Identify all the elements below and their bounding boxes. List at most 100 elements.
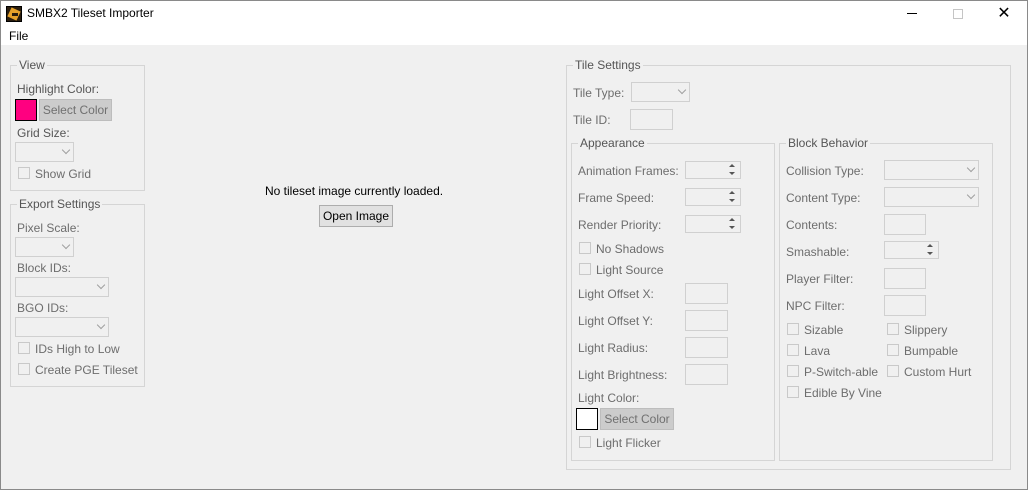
- create-pge-checkbox[interactable]: [18, 363, 30, 375]
- highlight-color-label: Highlight Color:: [17, 82, 100, 96]
- chevron-down-icon: [96, 280, 106, 290]
- content-type-label: Content Type:: [786, 191, 861, 205]
- title-bar: SMBX2 Tileset Importer ✕: [1, 1, 1027, 26]
- light-radius-field[interactable]: [685, 337, 728, 358]
- bumpable-checkbox[interactable]: [887, 344, 899, 356]
- create-pge-label: Create PGE Tileset: [35, 363, 138, 377]
- grid-size-label: Grid Size:: [17, 126, 70, 140]
- tile-id-field[interactable]: [630, 109, 673, 130]
- chevron-down-icon: [677, 85, 687, 95]
- tile-type-select[interactable]: [631, 82, 690, 102]
- app-window: SMBX2 Tileset Importer ✕ File View Highl…: [0, 0, 1028, 490]
- light-offset-x-field[interactable]: [685, 283, 728, 304]
- frame-speed-spinner[interactable]: [685, 188, 741, 206]
- pixel-scale-select[interactable]: [15, 237, 74, 257]
- light-source-checkbox[interactable]: [579, 263, 591, 275]
- custom-hurt-checkbox[interactable]: [887, 365, 899, 377]
- edible-vine-checkbox[interactable]: [787, 386, 799, 398]
- slippery-checkbox[interactable]: [887, 323, 899, 335]
- bgo-ids-label: BGO IDs:: [17, 301, 69, 315]
- player-filter-field[interactable]: [884, 268, 926, 289]
- chevron-down-icon: [61, 145, 71, 155]
- chevron-down-icon: [61, 240, 71, 250]
- light-radius-label: Light Radius:: [578, 341, 649, 355]
- collision-type-select[interactable]: [884, 160, 979, 180]
- light-select-color-button[interactable]: Select Color: [600, 408, 674, 430]
- p-switch-label: P-Switch-able: [804, 365, 879, 379]
- smashable-label: Smashable:: [786, 245, 850, 259]
- highlight-color-swatch[interactable]: [15, 99, 37, 121]
- content-type-select[interactable]: [884, 187, 979, 207]
- show-grid-label: Show Grid: [35, 167, 92, 181]
- light-offset-y-field[interactable]: [685, 310, 728, 331]
- sizable-checkbox[interactable]: [787, 323, 799, 335]
- light-color-swatch[interactable]: [576, 408, 598, 430]
- light-source-label: Light Source: [596, 263, 664, 277]
- spinner-down-icon[interactable]: [725, 197, 739, 205]
- spinner-up-icon[interactable]: [923, 242, 937, 250]
- player-filter-label: Player Filter:: [786, 272, 854, 286]
- ids-high-low-checkbox[interactable]: [18, 342, 30, 354]
- spinner-up-icon[interactable]: [725, 189, 739, 197]
- spinner-up-icon[interactable]: [725, 216, 739, 224]
- light-brightness-field[interactable]: [685, 364, 728, 385]
- maximize-icon: [953, 8, 963, 19]
- chevron-down-icon: [966, 190, 976, 200]
- frame-speed-label: Frame Speed:: [578, 191, 655, 205]
- minimize-icon: [907, 13, 917, 15]
- p-switch-checkbox[interactable]: [787, 365, 799, 377]
- export-legend: Export Settings: [17, 197, 103, 211]
- chevron-down-icon: [966, 163, 976, 173]
- light-brightness-label: Light Brightness:: [578, 368, 668, 382]
- menu-file[interactable]: File: [9, 29, 28, 43]
- chevron-down-icon: [96, 320, 106, 330]
- contents-label: Contents:: [786, 218, 838, 232]
- spinner-down-icon[interactable]: [923, 250, 937, 258]
- render-priority-label: Render Priority:: [578, 218, 662, 232]
- light-offset-x-label: Light Offset X:: [578, 287, 654, 301]
- sizable-label: Sizable: [804, 323, 844, 337]
- highlight-select-color-button[interactable]: Select Color: [39, 99, 112, 121]
- minimize-button[interactable]: [889, 1, 935, 26]
- spinner-down-icon[interactable]: [725, 224, 739, 232]
- show-grid-checkbox[interactable]: [18, 167, 30, 179]
- edible-vine-label: Edible By Vine: [804, 386, 882, 400]
- lava-checkbox[interactable]: [787, 344, 799, 356]
- grid-size-select[interactable]: [15, 142, 74, 162]
- light-offset-y-label: Light Offset Y:: [578, 314, 653, 328]
- no-image-message: No tileset image currently loaded.: [265, 184, 444, 198]
- block-ids-select[interactable]: [15, 277, 109, 297]
- npc-filter-field[interactable]: [884, 295, 926, 316]
- window-title: SMBX2 Tileset Importer: [27, 6, 154, 20]
- spinner-up-icon[interactable]: [725, 162, 739, 170]
- pixel-scale-label: Pixel Scale:: [17, 221, 80, 235]
- animation-frames-label: Animation Frames:: [578, 164, 679, 178]
- tile-type-label: Tile Type:: [573, 86, 625, 100]
- tile-settings-legend: Tile Settings: [573, 58, 643, 72]
- no-shadows-checkbox[interactable]: [579, 242, 591, 254]
- smashable-spinner[interactable]: [884, 241, 939, 259]
- custom-hurt-label: Custom Hurt: [904, 365, 972, 379]
- open-image-button[interactable]: Open Image: [319, 205, 393, 227]
- contents-field[interactable]: [884, 214, 926, 235]
- appearance-legend: Appearance: [578, 136, 647, 150]
- light-flicker-label: Light Flicker: [596, 436, 661, 450]
- maximize-button: [935, 1, 981, 26]
- bumpable-label: Bumpable: [904, 344, 959, 358]
- light-flicker-checkbox[interactable]: [579, 436, 591, 448]
- light-color-label: Light Color:: [578, 391, 640, 405]
- bgo-ids-select[interactable]: [15, 317, 109, 337]
- npc-filter-label: NPC Filter:: [786, 299, 845, 313]
- close-button[interactable]: ✕: [981, 1, 1027, 26]
- close-icon: ✕: [997, 5, 1011, 22]
- slippery-label: Slippery: [904, 323, 948, 337]
- render-priority-spinner[interactable]: [685, 215, 741, 233]
- ids-high-low-label: IDs High to Low: [35, 342, 120, 356]
- animation-frames-spinner[interactable]: [685, 161, 741, 179]
- collision-type-label: Collision Type:: [786, 164, 864, 178]
- block-ids-label: Block IDs:: [17, 261, 72, 275]
- no-shadows-label: No Shadows: [596, 242, 665, 256]
- menu-bar: File: [1, 26, 1027, 45]
- spinner-down-icon[interactable]: [725, 170, 739, 178]
- tile-id-label: Tile ID:: [573, 113, 611, 127]
